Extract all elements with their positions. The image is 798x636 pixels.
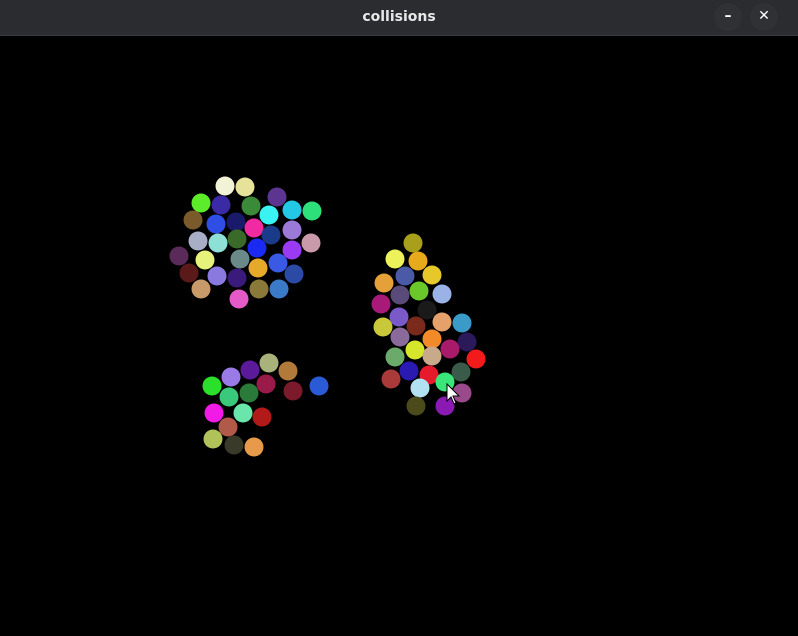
ball <box>211 195 231 215</box>
balls-layer <box>169 176 486 457</box>
ball <box>417 300 437 320</box>
ball <box>385 347 405 367</box>
ball <box>282 240 302 260</box>
ball <box>374 273 394 293</box>
window-titlebar[interactable]: collisions – ✕ <box>0 0 798 36</box>
ball <box>179 263 199 283</box>
ball <box>227 268 247 288</box>
ball <box>219 387 239 407</box>
ball <box>208 233 228 253</box>
ball <box>227 229 247 249</box>
ball <box>267 187 287 207</box>
ball <box>259 353 279 373</box>
ball <box>432 284 452 304</box>
ball <box>268 253 288 273</box>
ball <box>302 201 322 221</box>
ball <box>191 193 211 213</box>
ball <box>239 383 259 403</box>
ball <box>452 313 472 333</box>
ball <box>240 360 260 380</box>
ball <box>218 417 238 437</box>
ball <box>408 251 428 271</box>
ball <box>252 407 272 427</box>
ball <box>390 285 410 305</box>
ball <box>282 220 302 240</box>
ball <box>457 332 477 352</box>
ball <box>466 349 486 369</box>
ball <box>202 376 222 396</box>
ball <box>269 279 289 299</box>
ball <box>230 249 250 269</box>
ball <box>399 361 419 381</box>
ball <box>259 205 279 225</box>
simulation-canvas[interactable] <box>0 36 798 636</box>
ball <box>432 312 452 332</box>
ball <box>183 210 203 230</box>
ball <box>206 214 226 234</box>
ball <box>229 289 249 309</box>
ball <box>373 317 393 337</box>
ball <box>284 264 304 284</box>
ball <box>390 327 410 347</box>
ball <box>224 435 244 455</box>
close-icon: ✕ <box>758 8 770 24</box>
ball <box>422 329 442 349</box>
ball <box>169 246 189 266</box>
ball <box>249 279 269 299</box>
ball <box>381 369 401 389</box>
ball <box>244 218 264 238</box>
ball <box>405 340 425 360</box>
ball <box>406 316 426 336</box>
ball <box>235 177 255 197</box>
ball <box>409 281 429 301</box>
minimize-icon: – <box>724 8 732 24</box>
ball <box>203 429 223 449</box>
ball <box>204 403 224 423</box>
ball <box>385 249 405 269</box>
ball <box>256 374 276 394</box>
ball <box>309 376 329 396</box>
close-button[interactable]: ✕ <box>750 3 778 31</box>
ball <box>221 367 241 387</box>
ball <box>403 233 423 253</box>
ball <box>278 361 298 381</box>
ball <box>215 176 235 196</box>
ball <box>410 378 430 398</box>
ball <box>195 250 215 270</box>
ball <box>282 200 302 220</box>
ball <box>371 294 391 314</box>
ball <box>191 279 211 299</box>
ball <box>248 258 268 278</box>
ball <box>301 233 321 253</box>
ball <box>247 238 267 258</box>
ball <box>451 362 471 382</box>
ball <box>244 437 264 457</box>
ball <box>233 403 253 423</box>
window-title: collisions <box>362 9 436 25</box>
ball <box>226 212 246 232</box>
ball <box>283 381 303 401</box>
ball <box>422 346 442 366</box>
ball <box>261 225 281 245</box>
ball <box>440 339 460 359</box>
ball <box>241 196 261 216</box>
ball <box>389 307 409 327</box>
ball <box>207 266 227 286</box>
ball <box>188 231 208 251</box>
ball <box>395 266 415 286</box>
minimize-button[interactable]: – <box>714 3 742 31</box>
ball <box>406 396 426 416</box>
ball <box>422 265 442 285</box>
